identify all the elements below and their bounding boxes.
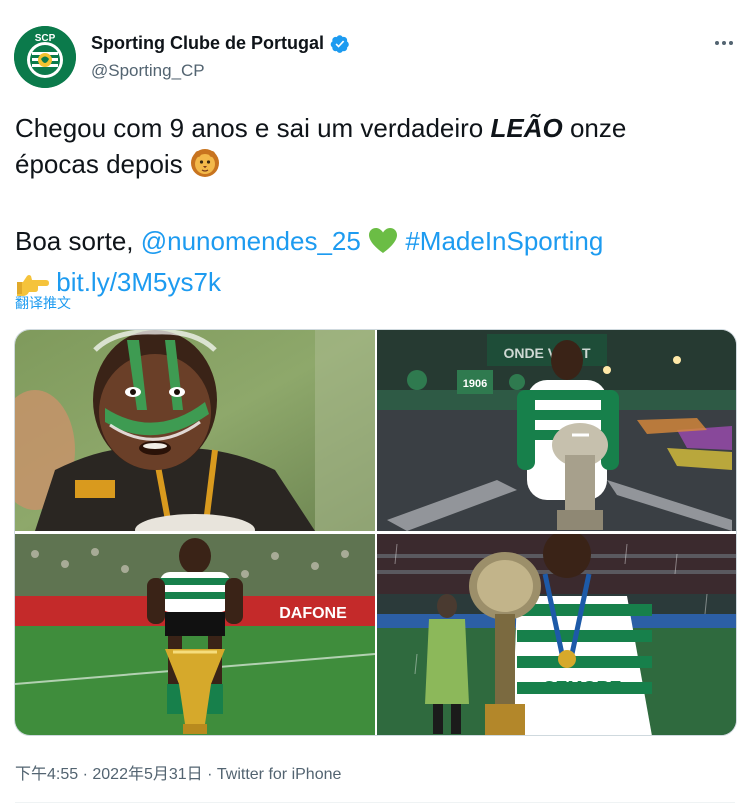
sporting-logo: SCP xyxy=(14,26,76,88)
divider xyxy=(15,802,735,803)
tweet-text-part: Boa sorte, xyxy=(15,226,141,256)
avatar-text: SCP xyxy=(35,33,56,44)
meta-separator: · xyxy=(202,766,217,783)
profile-avatar[interactable]: SCP xyxy=(14,26,76,88)
tweet-text-part: épocas depois xyxy=(15,149,183,179)
stadium-year-text: 1906 xyxy=(463,378,487,390)
meta-separator: · xyxy=(78,766,93,783)
tweet-spacer xyxy=(15,187,735,223)
hashtag-link[interactable]: #MadeInSporting xyxy=(405,226,603,256)
more-options-button[interactable] xyxy=(712,31,736,55)
tweet-date[interactable]: 2022年5月31日 xyxy=(92,766,202,783)
photo-trophy-stadium[interactable]: ONDE VÃO T 1906 xyxy=(377,330,736,531)
verified-badge-icon xyxy=(330,34,350,54)
photo-player-grass-trophy[interactable]: DAFONE xyxy=(15,534,375,735)
more-dots-icon xyxy=(715,41,733,45)
author-name-row[interactable]: Sporting Clube de Portugal xyxy=(91,33,350,54)
mention-link[interactable]: @nunomendes_25 xyxy=(141,226,361,256)
tweet-text-part: onze xyxy=(562,113,627,143)
tweet-line-2: épocas depois xyxy=(15,146,735,187)
tweet-text: Chegou com 9 anos e sai um verdadeiro LE… xyxy=(15,110,735,305)
photo-child-face-paint[interactable] xyxy=(15,330,375,531)
tweet-card: SCP Sporting Clube de Portugal @Sporting… xyxy=(0,0,750,804)
media-grid: ONDE VÃO T 1906 DAFONE ER BOCK CEMORE xyxy=(14,329,737,736)
photo-player-cup-rain[interactable]: ER BOCK CEMORE xyxy=(377,534,736,735)
author-display-name[interactable]: Sporting Clube de Portugal xyxy=(91,33,324,54)
sponsor-board-text: DAFONE xyxy=(279,605,347,622)
tweet-text-part: Chegou com 9 anos e sai um verdadeiro xyxy=(15,113,491,143)
green-heart-emoji xyxy=(368,227,398,264)
author-handle[interactable]: @Sporting_CP xyxy=(91,61,205,81)
tweet-time[interactable]: 下午4:55 xyxy=(15,766,78,783)
tweet-bold-word: LEÃO xyxy=(490,113,563,143)
lion-face-emoji xyxy=(190,148,220,187)
url-link[interactable]: bit.ly/3M5ys7k xyxy=(56,267,221,297)
tweet-meta: 下午4:55 · 2022年5月31日 · Twitter for iPhone xyxy=(15,760,341,784)
tweet-source[interactable]: Twitter for iPhone xyxy=(217,766,342,783)
shirt-text: CEMORE xyxy=(542,678,621,698)
tweet-line-4: bit.ly/3M5ys7k xyxy=(15,264,735,305)
tweet-line-3: Boa sorte, @nunomendes_25 #MadeInSportin… xyxy=(15,223,735,264)
tweet-line-1: Chegou com 9 anos e sai um verdadeiro LE… xyxy=(15,110,735,146)
translate-tweet-link[interactable]: 翻译推文 xyxy=(15,293,71,313)
